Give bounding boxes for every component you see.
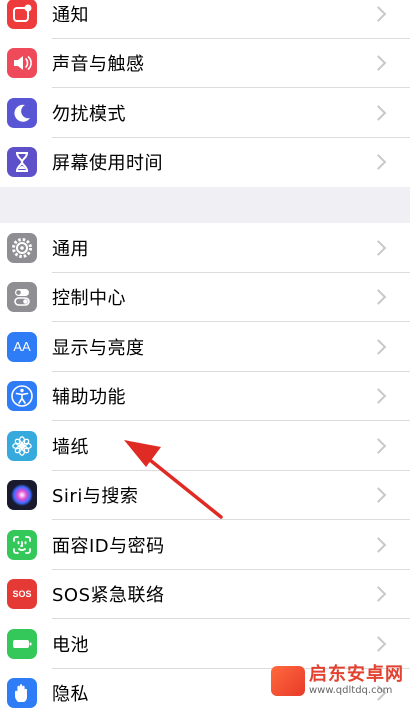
siri-icon	[7, 480, 37, 510]
settings-row-general[interactable]: 通用	[0, 223, 410, 273]
settings-row-label: 控制中心	[52, 284, 126, 310]
settings-row-label: 面容ID与密码	[52, 532, 165, 558]
watermark: 启东安卓网 www.qdltdq.com	[271, 666, 404, 696]
settings-row-battery[interactable]: 电池	[0, 619, 410, 669]
chevron-right-icon	[371, 240, 387, 256]
face-id-icon	[7, 530, 37, 560]
toggles-icon	[7, 282, 37, 312]
settings-row-label: 显示与亮度	[52, 334, 145, 360]
text-size-glyph: AA	[13, 339, 30, 354]
accessibility-icon	[7, 381, 37, 411]
watermark-text: 启东安卓网 www.qdltdq.com	[309, 666, 404, 696]
settings-group-1: 通知 声音与触感 勿扰模式 屏幕使用时间	[0, 0, 410, 187]
chevron-right-icon	[371, 487, 387, 503]
battery-icon	[7, 629, 37, 659]
chevron-right-icon	[371, 105, 387, 121]
chevron-right-icon	[371, 636, 387, 652]
settings-row-label: 声音与触感	[52, 50, 145, 76]
notifications-icon	[7, 0, 37, 29]
watermark-title: 启东安卓网	[309, 666, 404, 684]
settings-row-label: 通知	[52, 1, 89, 27]
settings-row-label: 辅助功能	[52, 383, 126, 409]
settings-row-notifications[interactable]: 通知	[0, 0, 410, 39]
hand-icon	[7, 678, 37, 708]
settings-row-emergency-sos[interactable]: SOS SOS紧急联络	[0, 570, 410, 620]
text-size-icon: AA	[7, 332, 37, 362]
settings-row-label: 屏幕使用时间	[52, 149, 163, 175]
settings-group-2: 通用 控制中心 AA 显示与亮度 辅助功能 墙纸	[0, 223, 410, 718]
settings-row-label: SOS紧急联络	[52, 581, 165, 607]
chevron-right-icon	[371, 339, 387, 355]
settings-row-label: 勿扰模式	[52, 100, 126, 126]
gear-icon	[7, 233, 37, 263]
settings-row-do-not-disturb[interactable]: 勿扰模式	[0, 88, 410, 138]
settings-row-label: 通用	[52, 235, 89, 261]
settings-row-sounds[interactable]: 声音与触感	[0, 39, 410, 89]
sos-icon: SOS	[7, 579, 37, 609]
settings-row-label: 隐私	[52, 680, 89, 706]
chevron-right-icon	[371, 55, 387, 71]
chevron-right-icon	[371, 537, 387, 553]
settings-row-face-id-passcode[interactable]: 面容ID与密码	[0, 520, 410, 570]
chevron-right-icon	[371, 388, 387, 404]
chevron-right-icon	[371, 6, 387, 22]
chevron-right-icon	[371, 586, 387, 602]
chevron-right-icon	[371, 154, 387, 170]
speaker-icon	[7, 48, 37, 78]
hourglass-icon	[7, 147, 37, 177]
settings-row-control-center[interactable]: 控制中心	[0, 273, 410, 323]
watermark-logo-icon	[271, 666, 305, 696]
settings-row-screen-time[interactable]: 屏幕使用时间	[0, 138, 410, 188]
chevron-right-icon	[371, 289, 387, 305]
flower-icon	[7, 431, 37, 461]
settings-row-label: 电池	[52, 631, 89, 657]
settings-row-wallpaper[interactable]: 墙纸	[0, 421, 410, 471]
settings-row-label: Siri与搜索	[52, 482, 138, 508]
settings-row-display-brightness[interactable]: AA 显示与亮度	[0, 322, 410, 372]
chevron-right-icon	[371, 438, 387, 454]
settings-row-accessibility[interactable]: 辅助功能	[0, 372, 410, 422]
settings-row-label: 墙纸	[52, 433, 89, 459]
moon-icon	[7, 98, 37, 128]
sos-glyph: SOS	[12, 589, 31, 599]
settings-row-siri-search[interactable]: Siri与搜索	[0, 471, 410, 521]
watermark-url: www.qdltdq.com	[309, 686, 404, 696]
